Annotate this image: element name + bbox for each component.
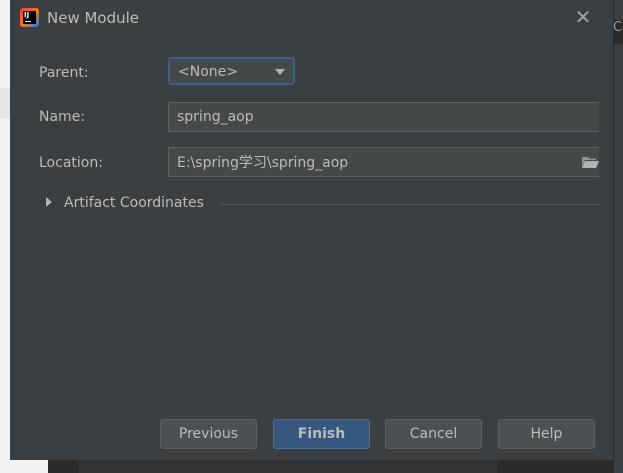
background-ide-bottom-mid xyxy=(78,460,498,473)
intellij-idea-icon: IJ xyxy=(20,8,39,27)
chevron-down-icon xyxy=(275,69,285,75)
parent-label: Parent: xyxy=(39,65,89,81)
background-ide-left-strip xyxy=(0,88,10,118)
expand-arrow-icon[interactable] xyxy=(46,197,52,207)
parent-select-value: <None> xyxy=(178,64,238,80)
artifact-divider xyxy=(220,204,600,205)
new-module-dialog: IJ New Module ✕ Parent: <None> Name: Loc… xyxy=(10,0,613,460)
artifact-coordinates-toggle[interactable]: Artifact Coordinates xyxy=(64,193,204,213)
dialog-title: New Module xyxy=(47,9,140,27)
previous-button[interactable]: Previous xyxy=(160,419,257,449)
name-field-container xyxy=(168,102,599,132)
finish-button[interactable]: Finish xyxy=(273,419,370,449)
parent-select[interactable]: <None> xyxy=(168,57,295,85)
location-field-container xyxy=(168,147,599,177)
background-ide-bottom-left xyxy=(0,460,48,473)
folder-icon[interactable] xyxy=(581,155,599,169)
background-ide-left xyxy=(0,0,10,473)
cancel-button[interactable]: Cancel xyxy=(385,419,482,449)
name-label: Name: xyxy=(39,109,86,125)
name-field[interactable] xyxy=(169,103,599,131)
location-field[interactable] xyxy=(169,148,599,176)
help-button[interactable]: Help xyxy=(498,419,595,449)
close-icon[interactable]: ✕ xyxy=(572,6,594,28)
location-label: Location: xyxy=(39,155,103,171)
background-ide-right xyxy=(613,0,623,473)
background-ide-tab: Co xyxy=(613,20,623,44)
